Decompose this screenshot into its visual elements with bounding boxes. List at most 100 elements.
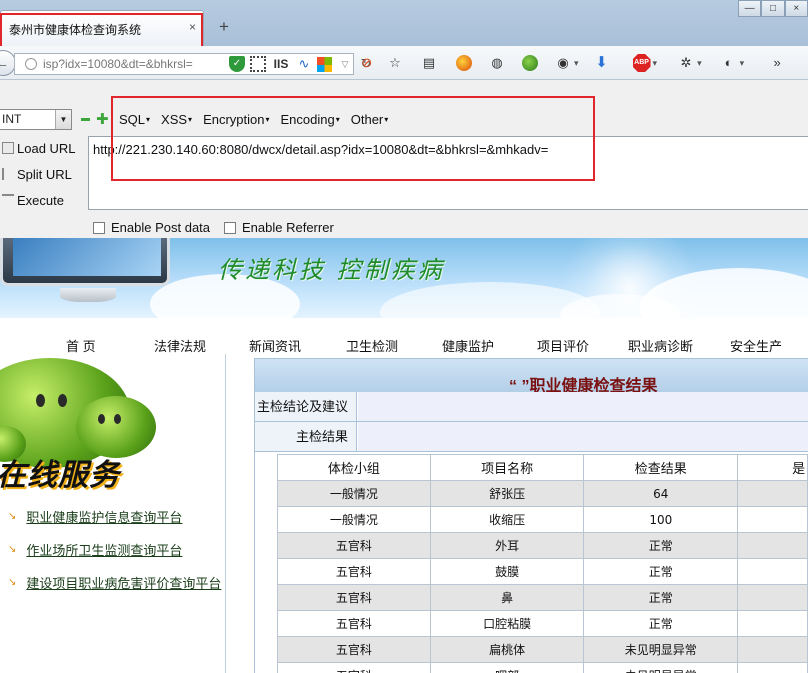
header-item: 项目名称 — [429, 454, 585, 481]
cell-extra — [737, 584, 808, 611]
nav-laws[interactable]: 法律法规 — [154, 336, 206, 355]
globe-icon — [25, 58, 37, 70]
checkbox-box[interactable] — [224, 221, 236, 234]
banner-slogan: 传递科技 控制疾病 — [218, 256, 445, 284]
no-script-icon[interactable]: ⊘ — [358, 54, 376, 72]
browser-toolbar: ⊘ ☆ ▤ ◍ ◉ ▾ ⬇ ABP ▾ ✲ ▾ ◐ ▾ » — [358, 54, 786, 72]
table-header-row: 体检小组 项目名称 检查结果 是 — [277, 454, 808, 481]
tool-dropdown-icon[interactable]: ▾ — [574, 58, 579, 69]
tool-icon[interactable]: ◉ — [554, 54, 572, 72]
nav-news[interactable]: 新闻资讯 — [249, 336, 301, 355]
link-health-monitoring-query[interactable]: 职业健康监护信息查询平台 — [26, 507, 182, 526]
table-row: 一般情况 收缩压 100 — [277, 506, 808, 533]
address-bar[interactable]: isp?idx=10080&dt=&bhkrsl= ✓ IIS ∿ ▽ ↻ — [14, 53, 371, 75]
menu-dropdown-icon[interactable]: ▾ — [740, 58, 745, 69]
iis-label[interactable]: IIS — [271, 56, 291, 72]
cell-item: 舒张压 — [429, 480, 585, 507]
chevron-down-icon[interactable]: ▽ — [337, 56, 353, 72]
mascot-eye — [36, 394, 45, 407]
hackbar-select-value: INT — [2, 112, 22, 126]
mascot-small — [76, 396, 156, 458]
checkbox-box[interactable] — [93, 221, 105, 234]
reading-list-icon[interactable]: ▤ — [420, 54, 438, 72]
bug-icon[interactable]: ✲ — [677, 54, 695, 72]
cell-item: 鼓膜 — [429, 558, 585, 585]
table-row: 一般情况 舒张压 64 — [277, 480, 808, 507]
nav-project-evaluation[interactable]: 项目评价 — [537, 336, 589, 355]
hackbar-select[interactable]: INT ▼ — [0, 109, 72, 130]
minus-icon[interactable] — [81, 118, 90, 121]
conclusion-row: 主检结论及建议 — [255, 392, 808, 422]
palette-icon[interactable]: ◍ — [488, 54, 506, 72]
hackbar-highlight-box — [111, 96, 595, 181]
cell-result: 正常 — [583, 558, 739, 585]
windows-logo-icon[interactable] — [317, 56, 332, 72]
enable-post-checkbox[interactable]: Enable Post data — [93, 220, 210, 235]
cell-extra — [737, 506, 808, 533]
table-row: 五官科 鼻 正常 — [277, 584, 808, 611]
link-workplace-monitoring-query[interactable]: 作业场所卫生监测查询平台 — [26, 540, 182, 559]
cell-group: 五官科 — [277, 584, 431, 611]
nav-safety[interactable]: 安全生产 — [730, 336, 782, 355]
cell-result: 64 — [583, 480, 739, 507]
adblock-dropdown-icon[interactable]: ▾ — [653, 58, 658, 69]
new-tab-button[interactable]: + — [219, 17, 229, 37]
execute-button[interactable]: Execute — [17, 193, 64, 208]
cell-extra — [737, 532, 808, 559]
link-item[interactable]: ↘ 建设项目职业病危害评价查询平台 — [8, 573, 221, 592]
maximize-button[interactable]: □ — [761, 0, 785, 17]
link-item[interactable]: ↘ 职业健康监护信息查询平台 — [8, 507, 182, 526]
cell-item: 咽部 — [429, 662, 585, 673]
minimize-button[interactable]: — — [738, 0, 762, 17]
cell-group: 五官科 — [277, 662, 431, 673]
enable-referrer-checkbox[interactable]: Enable Referrer — [224, 220, 334, 235]
load-url-button[interactable]: Load URL — [17, 141, 76, 156]
site-nav: 首 页 法律法规 新闻资讯 卫生检测 健康监护 项目评价 职业病诊断 安全生产 — [0, 328, 808, 354]
cell-extra — [737, 636, 808, 663]
cell-item: 口腔粘膜 — [429, 610, 585, 637]
cell-group: 五官科 — [277, 636, 431, 663]
monitor-screen — [13, 238, 161, 276]
download-arrow-icon[interactable]: ⬇ — [593, 54, 611, 72]
execute-icon — [2, 194, 14, 206]
chevron-down-icon: ▼ — [55, 110, 71, 129]
shield-check-icon[interactable]: ✓ — [229, 56, 245, 72]
overflow-icon[interactable]: » — [768, 54, 786, 72]
exam-table: 体检小组 项目名称 检查结果 是 一般情况 舒张压 64 一般情况 收缩压 10… — [277, 454, 808, 673]
plus-icon[interactable]: ✚ — [96, 110, 109, 128]
split-url-button[interactable]: Split URL — [17, 167, 72, 182]
table-row: 五官科 外耳 正常 — [277, 532, 808, 559]
address-bar-icons: ✓ IIS ∿ ▽ ↻ — [229, 56, 374, 72]
header-extra: 是 — [737, 454, 808, 481]
cell-result: 100 — [583, 506, 739, 533]
cell-extra — [737, 610, 808, 637]
adblock-icon[interactable]: ABP — [632, 54, 651, 72]
bug-dropdown-icon[interactable]: ▾ — [697, 58, 702, 69]
cell-item: 收缩压 — [429, 506, 585, 533]
nav-home[interactable]: 首 页 — [66, 336, 96, 355]
cell-extra — [737, 480, 808, 507]
header-result: 检查结果 — [583, 454, 739, 481]
nav-hygiene-testing[interactable]: 卫生检测 — [346, 336, 398, 355]
left-column: 在线服务 ↘ 职业健康监护信息查询平台 ↘ 作业场所卫生监测查询平台 ↘ 建设项… — [0, 354, 226, 673]
nav-health-monitoring[interactable]: 健康监护 — [442, 336, 494, 355]
conclusion-value — [358, 392, 808, 421]
table-row: 五官科 扁桃体 未见明显异常 — [277, 636, 808, 663]
cell-result: 正常 — [583, 610, 739, 637]
menu-icon[interactable]: ◐ — [720, 54, 738, 72]
close-window-button[interactable]: × — [784, 0, 808, 17]
firebug-icon[interactable] — [456, 55, 472, 71]
cell-group: 一般情况 — [277, 506, 431, 533]
table-row: 五官科 鼓膜 正常 — [277, 558, 808, 585]
swirl-icon[interactable]: ∿ — [296, 56, 312, 72]
browser-navbar: ← isp?idx=10080&dt=&bhkrsl= ✓ IIS ∿ ▽ ↻ … — [0, 46, 808, 80]
link-project-evaluation-query[interactable]: 建设项目职业病危害评价查询平台 — [26, 573, 221, 592]
qr-code-icon[interactable] — [250, 56, 266, 72]
extension-icon[interactable] — [522, 55, 538, 71]
bookmark-star-icon[interactable]: ☆ — [386, 54, 404, 72]
cell-result: 正常 — [583, 584, 739, 611]
result-panel: “ ”职业健康检查结果 主检结论及建议 主检结果 体检小组 项目名称 检查结果 … — [254, 358, 808, 673]
link-item[interactable]: ↘ 作业场所卫生监测查询平台 — [8, 540, 182, 559]
cell-extra — [737, 558, 808, 585]
nav-diagnosis[interactable]: 职业病诊断 — [628, 336, 693, 355]
